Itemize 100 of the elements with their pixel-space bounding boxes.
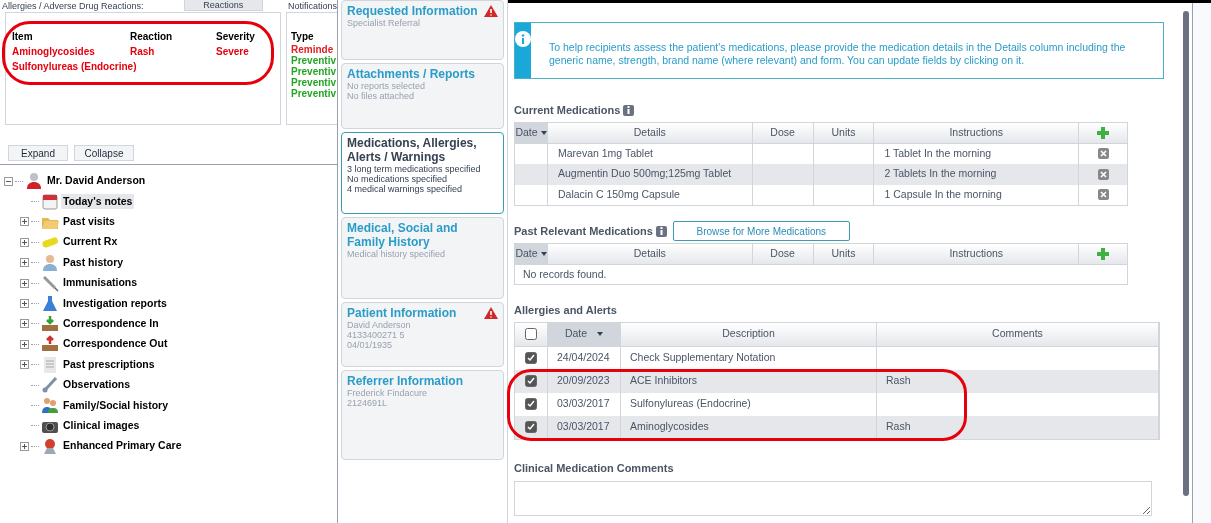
table-cell: Preventiv xyxy=(291,77,337,88)
thermometer-icon xyxy=(41,376,59,395)
table-cell-text: Aminoglycosides xyxy=(12,45,96,59)
card-text: 4 medical warnings specified xyxy=(347,184,464,194)
table-cell-text: Sulfonylureas (Endocrine) xyxy=(12,60,134,74)
section-title: Current Medications xyxy=(514,103,621,118)
card-text: 3 long term medications specified xyxy=(347,164,482,174)
expand-icon[interactable] xyxy=(20,217,29,227)
section-title: Clinical Medication Comments xyxy=(514,460,674,476)
card-text: Frederick Findacure xyxy=(347,388,429,398)
card-text: David Anderson xyxy=(347,320,412,330)
card-text: Medical history specified xyxy=(347,249,447,259)
expand-icon[interactable] xyxy=(20,299,29,309)
tree-item[interactable]: Past visits xyxy=(61,214,117,230)
tree-item[interactable]: Correspondence In xyxy=(61,316,161,332)
table-cell[interactable]: Augmentin Duo 500mg;125mg Tablet xyxy=(547,164,753,185)
expand-icon[interactable] xyxy=(20,441,29,451)
checkbox[interactable] xyxy=(525,375,537,387)
checkbox[interactable] xyxy=(525,352,537,364)
table-cell: Sulfonylureas (Endocrine) xyxy=(621,392,877,416)
collapse-icon[interactable] xyxy=(4,176,13,186)
column-header[interactable]: Dose xyxy=(752,122,814,143)
person-icon xyxy=(25,172,43,191)
remove-icon[interactable] xyxy=(1097,189,1109,201)
expand-icon[interactable] xyxy=(20,339,29,349)
column-header[interactable]: Date xyxy=(515,244,548,264)
calendar-icon xyxy=(41,192,59,211)
tree-item[interactable]: Clinical images xyxy=(61,418,142,434)
remove-icon[interactable] xyxy=(1097,148,1109,160)
card-text: No medications specified xyxy=(347,174,449,184)
flask-icon xyxy=(41,294,59,313)
tree-item[interactable]: Past history xyxy=(61,254,126,271)
tree-item[interactable]: Today's notes xyxy=(61,193,135,210)
sort-caret-icon xyxy=(540,252,547,256)
column-header[interactable]: Instructions xyxy=(874,122,1080,143)
column-header[interactable]: Details xyxy=(547,244,753,264)
tree-item[interactable]: Observations xyxy=(61,377,133,393)
remove-icon[interactable] xyxy=(1097,168,1109,180)
column-header[interactable]: Details xyxy=(547,122,753,143)
expand-icon[interactable] xyxy=(20,319,29,329)
browse-button[interactable]: Browse for More Medications xyxy=(672,221,850,241)
column-header: Type xyxy=(291,30,315,44)
reactions-tab[interactable]: Reactions xyxy=(183,0,263,11)
column-header[interactable]: Date xyxy=(548,322,621,346)
column-header[interactable]: Units xyxy=(813,244,875,264)
expand-icon[interactable] xyxy=(20,360,29,370)
card-title: Medical, Social and Family History xyxy=(347,221,459,249)
table-cell: Aminoglycosides xyxy=(621,415,877,439)
scrollbar-thumb[interactable] xyxy=(1183,11,1189,496)
table-cell: Rash xyxy=(877,415,1159,439)
tree-item[interactable]: Immunisations xyxy=(61,275,140,291)
info-icon xyxy=(655,225,667,237)
column-header[interactable]: Dose xyxy=(752,244,814,264)
doctor-icon xyxy=(41,253,59,272)
column-header: Severity xyxy=(216,30,256,44)
table-cell[interactable]: 1 Capsule In the morning xyxy=(874,184,1080,205)
empty-message: No records found. xyxy=(522,266,608,282)
card-text: Specialist Referral xyxy=(347,18,422,28)
expand-icon[interactable] xyxy=(20,278,29,288)
card-title: Patient Information xyxy=(347,306,457,320)
inbox-icon xyxy=(41,314,59,333)
card-title: Medications, Allergies, Alerts / Warnings xyxy=(347,136,478,164)
tree-item[interactable]: Enhanced Primary Care xyxy=(61,438,184,455)
table-cell-text: Severe xyxy=(216,45,250,59)
column-header[interactable]: Date xyxy=(515,122,548,143)
card-text: 4133400271 5 xyxy=(347,330,406,340)
checkbox[interactable] xyxy=(525,328,537,340)
column-header[interactable]: Comments xyxy=(877,322,1159,346)
table-cell[interactable]: Dalacin C 150mg Capsule xyxy=(547,184,753,205)
column-header: Reaction xyxy=(130,30,174,44)
table-cell: 03/03/2017 xyxy=(548,392,621,416)
info-text: To help recipients assess the patient's medications, please provide the medication details in the Details column including the generic name, strength, brand name (where relevant) and form. You can update fields by clicking on it. xyxy=(548,40,1127,68)
sort-caret-icon xyxy=(597,332,604,336)
tree-item[interactable]: Correspondence Out xyxy=(61,336,170,353)
checkbox[interactable] xyxy=(525,421,537,433)
tree-item[interactable]: Past prescriptions xyxy=(61,356,157,373)
tree-item[interactable]: Investigation reports xyxy=(61,295,169,312)
tree-item[interactable]: Family/Social history xyxy=(61,397,171,414)
info-icon xyxy=(623,104,635,116)
button[interactable]: Collapse xyxy=(74,145,134,161)
button[interactable]: Expand xyxy=(8,145,68,161)
table-cell-text: Reminde xyxy=(291,44,335,55)
card-text: 04/01/1935 xyxy=(347,340,394,350)
add-icon[interactable] xyxy=(1097,126,1110,139)
card-title: Referrer Information xyxy=(347,374,464,388)
section-card[interactable]: Medications, Allergies, Alerts / Warnings 3 long term medications specified No medications specified 4 medical warnings specified xyxy=(341,132,504,214)
checkbox[interactable] xyxy=(525,398,537,410)
add-icon[interactable] xyxy=(1097,248,1110,260)
comments-field[interactable] xyxy=(514,481,1152,516)
column-header[interactable]: Instructions xyxy=(874,244,1080,264)
tree-item[interactable]: Current Rx xyxy=(61,234,120,251)
column-header[interactable]: Description xyxy=(621,322,877,346)
expand-icon[interactable] xyxy=(20,237,29,247)
section-heading: Notifications xyxy=(287,1,337,11)
column-header[interactable]: Units xyxy=(813,122,875,143)
family-icon xyxy=(41,396,59,415)
expand-icon[interactable] xyxy=(20,258,29,268)
tree-item[interactable]: Mr. David Anderson xyxy=(45,173,148,190)
table-cell: Preventiv xyxy=(291,66,337,77)
table-cell[interactable]: 2 Tablets In the morning xyxy=(874,164,1080,185)
